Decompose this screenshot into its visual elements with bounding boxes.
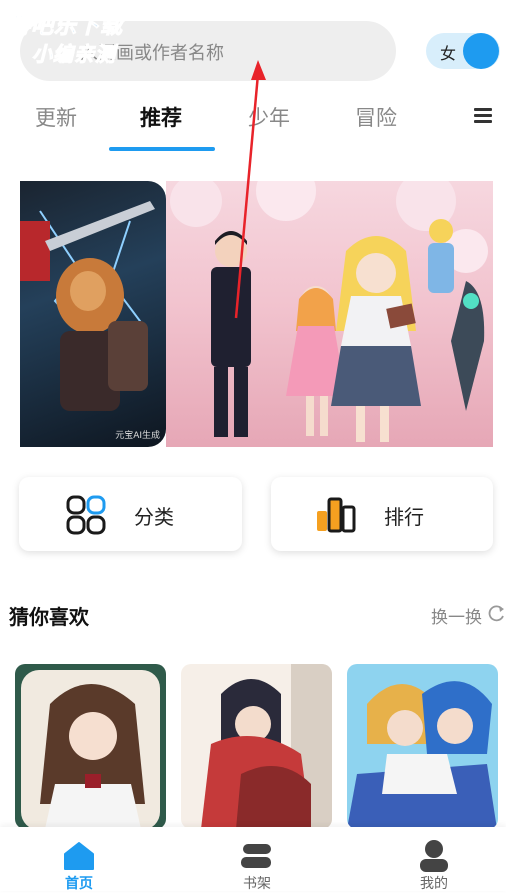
nav-profile[interactable]: 我的 — [394, 827, 474, 892]
profile-icon — [420, 840, 448, 872]
ranking-button[interactable]: 排行 — [271, 477, 493, 551]
banner-illustration-school-characters — [170, 181, 488, 442]
comic-card[interactable] — [181, 664, 332, 829]
category-tabs: 更新 推荐 少年 冒险 — [0, 100, 506, 150]
refresh-icon[interactable] — [488, 604, 506, 622]
comic-cover-image — [21, 670, 160, 829]
watermark: 游吧乐下载 小编亲测 — [7, 8, 124, 67]
banner-illustration-tiger-warrior — [20, 201, 155, 411]
nav-home-label: 首页 — [65, 876, 93, 892]
comic-cover-image — [347, 681, 497, 829]
gender-toggle[interactable]: 女 — [426, 33, 500, 69]
nav-home[interactable]: 首页 — [39, 827, 119, 892]
hamburger-menu-icon[interactable] — [474, 108, 492, 124]
bar-ranking-icon — [317, 497, 356, 533]
nav-profile-label: 我的 — [420, 876, 448, 892]
tab-recommend[interactable]: 推荐 — [140, 102, 182, 132]
comic-cover-image — [201, 664, 332, 829]
category-button[interactable]: 分类 — [19, 477, 242, 551]
nav-bookshelf-label: 书架 — [243, 876, 271, 892]
comic-card[interactable] — [347, 664, 498, 829]
banner-slide-current[interactable] — [166, 181, 493, 447]
toggle-knob — [463, 33, 499, 69]
banner-slide-previous[interactable]: 元宝AI生成 — [20, 181, 166, 447]
section-title: 猜你喜欢 — [9, 605, 89, 629]
refresh-button[interactable]: 换一换 — [431, 603, 482, 628]
tab-update[interactable]: 更新 — [35, 102, 77, 132]
ranking-button-label: 排行 — [384, 505, 424, 529]
bookshelf-icon — [241, 844, 271, 868]
ai-generated-badge: 元宝AI生成 — [115, 431, 160, 441]
watermark-line-2: 小编亲测 — [31, 42, 116, 67]
watermark-line-1: 游吧乐下载 — [7, 14, 124, 40]
tab-shaonian[interactable]: 少年 — [248, 102, 290, 132]
tab-indicator — [109, 147, 215, 151]
home-icon — [64, 842, 94, 870]
nav-bookshelf[interactable]: 书架 — [217, 827, 297, 892]
four-petal-grid-icon — [66, 495, 106, 535]
comic-card[interactable] — [15, 664, 166, 829]
tab-adventure[interactable]: 冒险 — [355, 102, 397, 132]
bottom-nav: 首页 书架 我的 — [0, 827, 506, 892]
gender-toggle-label: 女 — [440, 44, 457, 63]
category-button-label: 分类 — [134, 505, 174, 529]
